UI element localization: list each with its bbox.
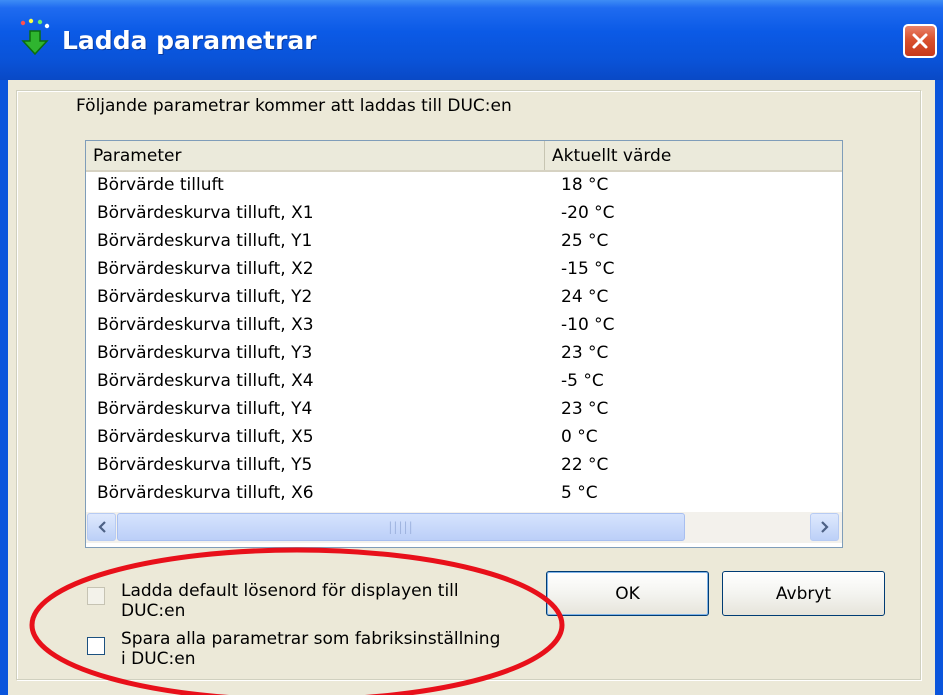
table-row[interactable]: Börvärdeskurva tilluft, Y2 24 °C (86, 284, 842, 312)
list-header: Parameter Aktuellt värde (86, 141, 842, 172)
table-row[interactable]: Börvärde tilluft 18 °C (86, 172, 842, 200)
parameter-name: Börvärdeskurva tilluft, Y3 (97, 343, 313, 363)
table-row[interactable]: Börvärdeskurva tilluft, X2 -15 °C (86, 256, 842, 284)
parameter-name: Börvärdeskurva tilluft, X3 (97, 315, 314, 335)
close-button[interactable] (903, 24, 937, 58)
chevron-right-icon (820, 521, 829, 533)
table-row[interactable]: Börvärdeskurva tilluft, X4 -5 °C (86, 368, 842, 396)
parameter-name: Börvärdeskurva tilluft, Y5 (97, 455, 313, 475)
default-password-label-line1: Ladda default lösenord för displayen til… (121, 581, 459, 601)
dialog-window: Ladda parametrar Följande parametrar kom… (0, 0, 943, 695)
table-row[interactable]: Börvärdeskurva tilluft, X1 -20 °C (86, 200, 842, 228)
parameter-value: -10 °C (561, 315, 615, 335)
table-row[interactable]: Börvärdeskurva tilluft, Y3 23 °C (86, 340, 842, 368)
parameter-name: Börvärdeskurva tilluft, X5 (97, 427, 314, 447)
parameter-name: Börvärdeskurva tilluft, X4 (97, 371, 314, 391)
horizontal-scrollbar[interactable]: ||||| (86, 512, 842, 543)
ok-button[interactable]: OK (546, 571, 709, 616)
list-rows: Börvärde tilluft 18 °C Börvärdeskurva til… (86, 172, 842, 508)
table-row[interactable]: Börvärdeskurva tilluft, Y4 23 °C (86, 396, 842, 424)
parameter-name: Börvärdeskurva tilluft, Y2 (97, 287, 313, 307)
parameter-value: -20 °C (561, 203, 615, 223)
column-header-current-value[interactable]: Aktuellt värde (545, 141, 842, 170)
table-row[interactable]: Börvärdeskurva tilluft, Y5 22 °C (86, 452, 842, 480)
parameter-name: Börvärdeskurva tilluft, X2 (97, 259, 314, 279)
table-row[interactable]: Börvärdeskurva tilluft, X5 0 °C (86, 424, 842, 452)
parameter-value: 18 °C (561, 175, 609, 195)
default-password-label: Ladda default lösenord för displayen til… (121, 581, 459, 621)
parameter-name: Börvärdeskurva tilluft, Y4 (97, 399, 313, 419)
factory-settings-label-line1: Spara alla parametrar som fabriksinställ… (121, 629, 501, 649)
scroll-left-button[interactable] (87, 513, 116, 541)
scroll-right-button[interactable] (810, 513, 839, 541)
parameter-value: 24 °C (561, 287, 609, 307)
table-row[interactable]: Börvärdeskurva tilluft, X6 5 °C (86, 480, 842, 508)
parameter-name: Börvärdeskurva tilluft, X1 (97, 203, 314, 223)
parameter-value: 5 °C (561, 483, 598, 503)
default-password-label-line2: DUC:en (121, 601, 186, 621)
parameter-value: 23 °C (561, 343, 609, 363)
parameter-value: -15 °C (561, 259, 615, 279)
parameter-name: Börvärdeskurva tilluft, Y1 (97, 231, 313, 251)
scroll-corner (840, 512, 842, 543)
close-icon (912, 33, 928, 49)
window-frame-right (935, 80, 943, 695)
chevron-left-icon (97, 521, 106, 533)
table-row[interactable]: Börvärdeskurva tilluft, X3 -10 °C (86, 312, 842, 340)
parameter-list[interactable]: Parameter Aktuellt värde Börvärde tilluf… (85, 140, 843, 548)
default-password-checkbox[interactable] (87, 587, 105, 605)
window-title: Ladda parametrar (62, 26, 317, 55)
parameter-name: Börvärdeskurva tilluft, X6 (97, 483, 314, 503)
table-row[interactable]: Börvärdeskurva tilluft, Y1 25 °C (86, 228, 842, 256)
title-bar[interactable]: Ladda parametrar (0, 0, 943, 80)
cancel-button[interactable]: Avbryt (722, 571, 885, 616)
parameter-value: 22 °C (561, 455, 609, 475)
download-arrow-icon (20, 18, 50, 56)
factory-settings-label-line2: i DUC:en (121, 649, 196, 669)
parameter-name: Börvärde tilluft (97, 175, 224, 195)
parameter-value: -5 °C (561, 371, 604, 391)
parameter-value: 0 °C (561, 427, 598, 447)
factory-settings-label: Spara alla parametrar som fabriksinställ… (121, 629, 500, 669)
grip-icon: ||||| (388, 520, 414, 534)
window-frame-left (0, 80, 8, 695)
column-header-parameter[interactable]: Parameter (86, 141, 545, 170)
parameter-value: 23 °C (561, 399, 609, 419)
parameter-value: 25 °C (561, 231, 609, 251)
factory-settings-checkbox[interactable] (87, 637, 105, 655)
intro-text: Följande parametrar kommer att laddas ti… (76, 96, 512, 116)
horizontal-scroll-thumb[interactable]: ||||| (117, 513, 685, 541)
